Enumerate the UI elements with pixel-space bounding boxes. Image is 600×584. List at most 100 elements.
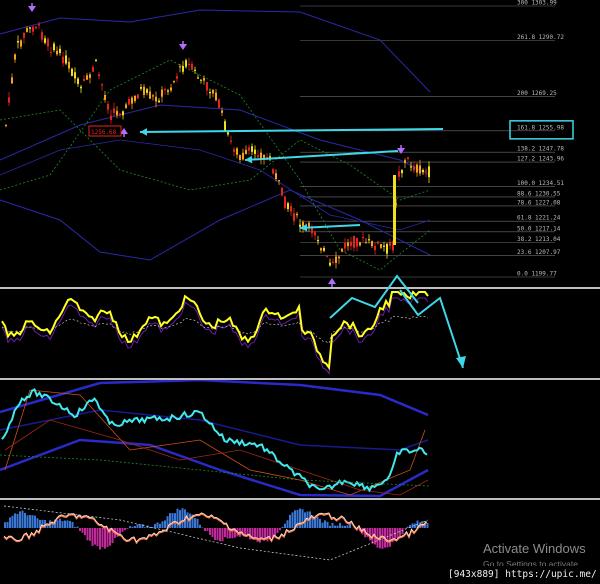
hist-bar-positive (21, 510, 24, 528)
candle-body (47, 39, 49, 47)
hist-bar-positive (291, 512, 294, 528)
osc2-orange-line (4, 389, 426, 496)
candle-body (416, 164, 418, 173)
hist-bar-negative (266, 528, 269, 542)
candle-body (32, 26, 34, 32)
signal-arrow-icon (179, 44, 187, 50)
candle-body (278, 180, 280, 182)
oscillator-panel-2 (0, 378, 431, 498)
fib-level-label: 161.8 1255.98 (517, 124, 564, 131)
candle-body (152, 95, 154, 97)
candle-body (146, 89, 148, 93)
candle-body (254, 149, 256, 154)
hist-bar-positive (181, 508, 184, 528)
candle-body (212, 89, 214, 94)
fib-level-label: 0.0 1199.77 (517, 271, 557, 278)
candle-body (161, 89, 163, 97)
candle-body (191, 63, 193, 70)
hist-bar-negative (89, 528, 91, 541)
hist-bar-positive (164, 520, 166, 528)
candle-body (149, 91, 151, 99)
candle-body (158, 100, 160, 103)
candle-body (143, 86, 145, 95)
candle-body (350, 241, 352, 246)
candle-body (167, 90, 169, 92)
hist-bar-positive (326, 521, 329, 528)
fib-level-label: 261.8 1290.72 (517, 34, 564, 41)
candle-body (71, 68, 73, 76)
candle-body (380, 243, 382, 248)
hist-bar-positive (66, 520, 69, 528)
candle-body (173, 81, 175, 83)
candle-body (275, 173, 277, 180)
candle-body (329, 262, 331, 266)
candle-body (374, 246, 376, 251)
hist-bar-positive (346, 525, 349, 528)
hist-bar-positive (69, 520, 71, 528)
hist-bar-negative (276, 528, 279, 534)
candle-body (257, 155, 259, 158)
fib-level-label: 61.8 1221.24 (517, 215, 561, 222)
hist-bar-positive (4, 522, 6, 528)
candle-body (347, 242, 349, 247)
panel-separator[interactable] (0, 378, 600, 380)
hist-bar-negative (216, 528, 219, 541)
hist-bar-positive (76, 526, 79, 528)
candle-body (200, 79, 202, 81)
hist-bar-negative (81, 528, 84, 533)
candle-body (68, 61, 70, 69)
candle-body (221, 110, 223, 113)
hist-bar-negative (254, 528, 256, 539)
hist-bar-positive (336, 525, 339, 528)
candle-body (332, 261, 334, 264)
hist-bar-positive (14, 513, 16, 528)
hist-bar-positive (144, 527, 146, 528)
hist-bar-positive (154, 523, 156, 528)
hist-bar-positive (289, 514, 291, 528)
hist-bar-positive (426, 523, 429, 528)
candle-body (134, 95, 136, 102)
candle-body (17, 41, 19, 43)
candle-body (89, 74, 91, 78)
hist-bar-positive (141, 524, 144, 528)
price-panel[interactable]: 300 1303.99 261.8 1290.72 200 1269.25 161.8… (0, 0, 574, 287)
hist-bar-positive (36, 518, 39, 528)
band-lower-line (0, 189, 431, 261)
signal-arrow-icon (28, 6, 36, 12)
candle-body (86, 75, 88, 80)
candle-body (53, 43, 55, 51)
trading-chart[interactable]: 300 1303.99 261.8 1290.72 200 1269.25 161.8… (0, 0, 600, 584)
panel-separator[interactable] (0, 498, 600, 500)
candle-body (35, 26, 37, 29)
projection-arrow-icon (456, 356, 466, 368)
candle-body (11, 77, 13, 84)
fib-level-label: 50.0 1217.14 (517, 225, 561, 232)
hist-bar-negative (279, 528, 281, 531)
candle-body (155, 96, 157, 102)
hist-bar-negative (86, 528, 89, 541)
hist-bar-negative (126, 528, 129, 529)
hist-bar-positive (11, 515, 14, 528)
osc2-cyan-line (1, 387, 428, 493)
candle-body (407, 157, 409, 160)
candle-body (338, 256, 340, 259)
candle-body (131, 97, 133, 104)
hist-bar-negative (79, 528, 81, 532)
hist-bar-positive (156, 522, 159, 528)
candle-body (326, 255, 328, 257)
candle-body (80, 86, 82, 89)
oscillator-panel-1 (1, 290, 429, 375)
candle-body (5, 124, 7, 127)
candle-body (404, 160, 406, 163)
hist-bar-positive (199, 524, 201, 528)
candle-body (128, 98, 130, 105)
hist-bar-negative (121, 528, 124, 532)
candle-body (107, 103, 109, 110)
candle-body (59, 48, 61, 54)
panel-separator[interactable] (0, 287, 600, 289)
fib-level-label: 300 1303.99 (517, 0, 557, 7)
hist-bar-negative (84, 528, 86, 536)
candle-body (248, 147, 250, 151)
candle-body (176, 76, 178, 79)
hist-bar-negative (214, 528, 216, 541)
